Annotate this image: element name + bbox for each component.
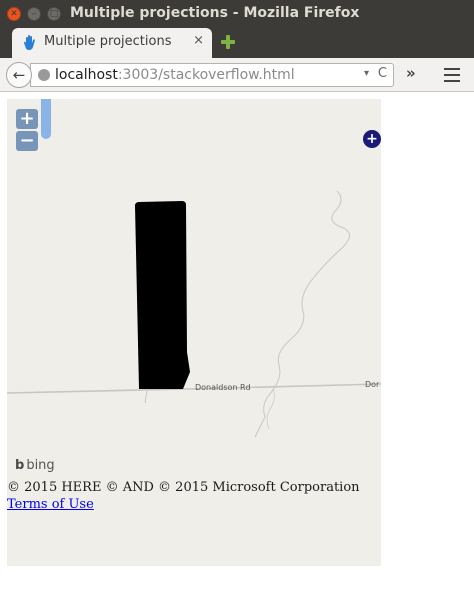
hand-icon — [23, 35, 35, 50]
layer-switcher-button[interactable]: + — [363, 130, 381, 148]
creek-line — [254, 190, 350, 438]
road-label-cut: Dor — [365, 380, 380, 389]
url-host: localhost — [55, 67, 118, 83]
zoom-out-button[interactable]: − — [16, 131, 38, 151]
map-canvas[interactable] — [7, 99, 381, 566]
overflow-chevron-icon[interactable]: » — [406, 64, 416, 82]
terms-of-use-link[interactable]: Terms of Use — [7, 497, 94, 512]
creek-line-lower — [266, 388, 275, 430]
window-minimize-button[interactable]: – — [27, 7, 41, 21]
map-viewport[interactable]: + − + Donaldson Rd Dor b bing © 2015 HERE… — [7, 99, 381, 566]
bing-logo: b bing — [15, 458, 55, 473]
road-donaldson — [7, 383, 381, 394]
back-arrow-icon: ← — [12, 66, 26, 84]
reload-icon[interactable]: C — [378, 66, 387, 81]
road-spur — [144, 390, 148, 404]
url-path: :3003/stackoverflow.html — [117, 67, 295, 83]
close-icon: ✕ — [10, 8, 18, 19]
bing-logo-text: bing — [26, 458, 55, 473]
window-close-button[interactable]: ✕ — [7, 7, 21, 21]
nav-bar: localhost:3003/stackoverflow.html ▾ C ← … — [0, 58, 474, 92]
globe-icon — [38, 69, 50, 81]
window-titlebar: ✕ – □ Multiple projections - Mozilla Fir… — [0, 0, 474, 28]
overview-map-tab[interactable] — [41, 99, 51, 139]
window-maximize-button[interactable]: □ — [47, 7, 61, 21]
new-tab-icon[interactable] — [220, 34, 236, 50]
maximize-icon: □ — [49, 8, 59, 19]
window-title: Multiple projections - Mozilla Firefox — [70, 5, 360, 21]
polygon-shape — [135, 201, 190, 389]
url-text: localhost:3003/stackoverflow.html — [55, 67, 295, 83]
zoom-control: + − — [16, 109, 38, 153]
bing-b-icon: b — [15, 458, 25, 473]
url-bar[interactable]: localhost:3003/stackoverflow.html ▾ C — [30, 63, 394, 87]
map-attribution: © 2015 HERE © AND © 2015 Microsoft Corpo… — [7, 480, 360, 495]
hamburger-menu-icon[interactable] — [444, 68, 460, 82]
minimize-icon: – — [31, 8, 37, 19]
url-dropdown-icon[interactable]: ▾ — [364, 68, 369, 79]
tab-multiple-projections[interactable]: Multiple projections × — [12, 28, 212, 58]
tab-close-icon[interactable]: × — [193, 34, 204, 47]
zoom-in-button[interactable]: + — [16, 109, 38, 129]
tab-strip: Multiple projections × — [0, 28, 474, 58]
back-button[interactable]: ← — [6, 62, 32, 88]
tab-label: Multiple projections — [44, 34, 172, 49]
road-label-donaldson: Donaldson Rd — [195, 383, 251, 392]
